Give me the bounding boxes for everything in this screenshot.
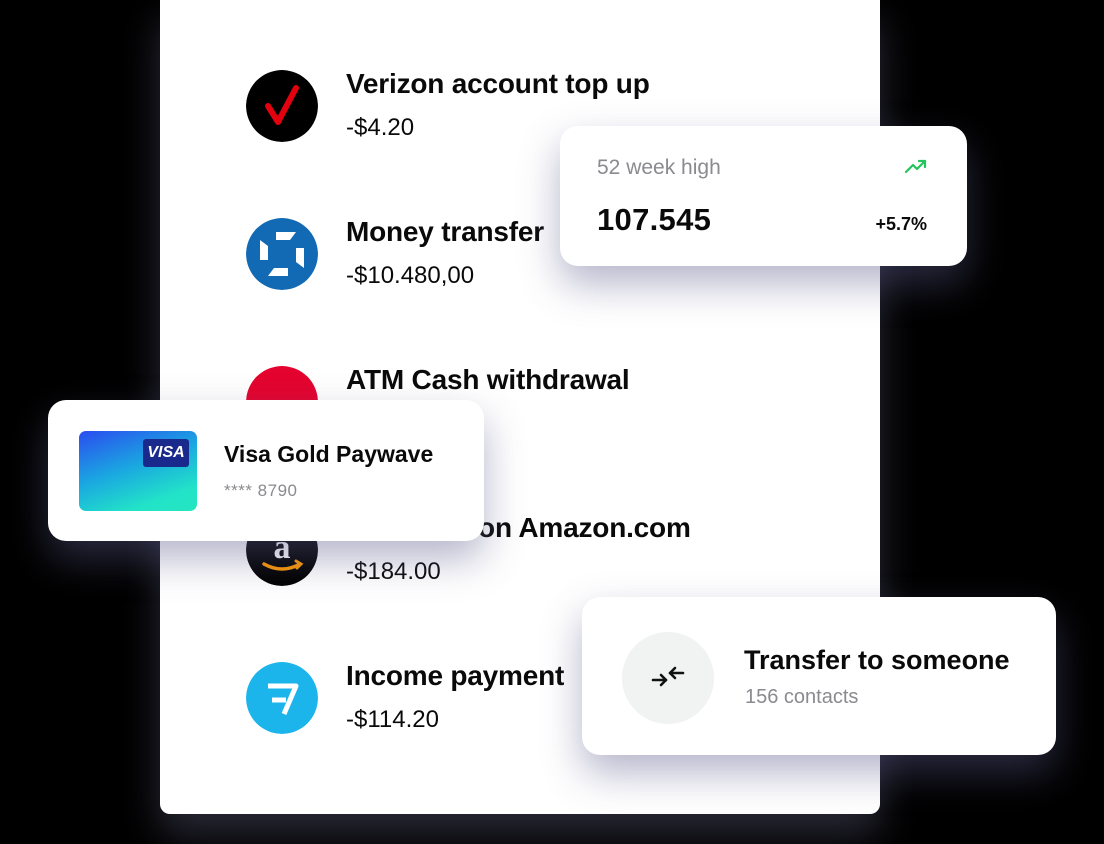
chase-logo-icon — [246, 218, 318, 290]
transaction-amount: -$10.480,00 — [346, 262, 475, 289]
transaction-title: Verizon account top up — [346, 68, 650, 99]
transaction-title: Income payment — [346, 660, 565, 691]
card-number: **** 8790 — [224, 481, 298, 500]
transaction-amount: -$184.00 — [346, 558, 441, 585]
credit-card-image: VISA — [79, 431, 197, 511]
transfer-title: Transfer to someone — [744, 645, 1010, 675]
transfer-to-someone-button[interactable]: Transfer to someone 156 contacts — [582, 597, 1056, 755]
stock-value: 107.545 — [597, 202, 712, 237]
verizon-logo-icon — [246, 70, 318, 142]
transfer-icon-container — [622, 632, 714, 724]
card-name: Visa Gold Paywave — [224, 441, 434, 467]
wise-logo-icon — [246, 662, 318, 734]
payment-card-widget[interactable]: VISA Visa Gold Paywave **** 8790 — [48, 400, 484, 541]
visa-logo-icon: VISA — [143, 439, 189, 467]
stock-change-badge: +5.7% — [875, 214, 927, 234]
transaction-title: ATM Cash withdrawal — [346, 364, 630, 395]
transaction-amount: -$114.20 — [346, 706, 439, 733]
transfer-contacts-count: 156 contacts — [745, 686, 859, 708]
transaction-title: Money transfer — [346, 216, 544, 247]
transfer-arrows-icon — [651, 666, 685, 687]
stock-high-card: 52 week high 107.545 +5.7% — [560, 126, 967, 266]
trending-up-icon — [905, 159, 927, 174]
stock-label: 52 week high — [597, 156, 721, 179]
transaction-amount: -$4.20 — [346, 114, 415, 141]
